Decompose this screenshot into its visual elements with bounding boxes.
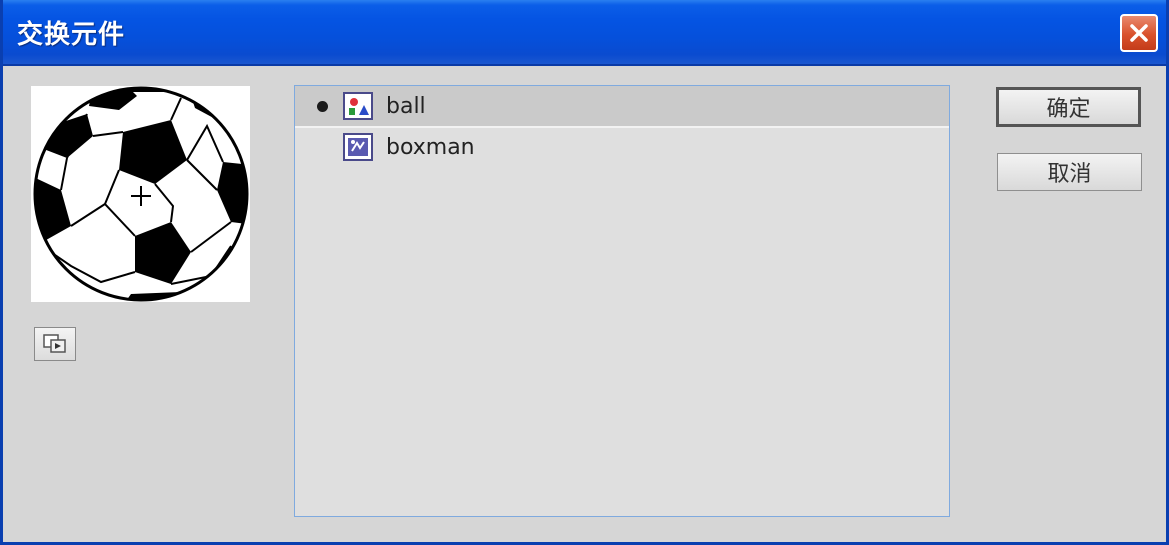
list-item-label: ball (386, 93, 426, 119)
movieclip-symbol-icon (343, 133, 373, 161)
current-symbol-marker (317, 100, 328, 112)
symbol-list[interactable]: ball boxman (294, 85, 950, 517)
preview-toggle-button[interactable] (34, 327, 76, 361)
dialog-title: 交换元件 (17, 20, 126, 50)
close-button[interactable] (1120, 14, 1158, 52)
list-item[interactable]: boxman (295, 127, 949, 167)
title-bar[interactable]: 交换元件 (3, 0, 1166, 66)
graphic-symbol-icon (343, 92, 373, 120)
soccer-ball-preview (33, 86, 249, 302)
close-x-icon (1130, 24, 1148, 42)
ok-button[interactable]: 确定 (996, 87, 1141, 127)
preview-toggle-icon (43, 334, 66, 353)
dialog-body: ball boxman 确定 取消 (3, 66, 1166, 542)
cancel-button[interactable]: 取消 (997, 153, 1142, 191)
list-item[interactable]: ball (295, 86, 949, 128)
list-item-label: boxman (386, 134, 475, 160)
symbol-preview (31, 86, 250, 302)
swap-symbol-dialog: 交换元件 ball boxman 确定 取消 (0, 0, 1169, 545)
